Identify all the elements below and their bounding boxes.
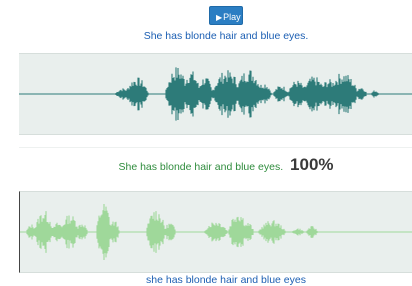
play-icon: ▶ bbox=[216, 13, 223, 22]
play-label: Play bbox=[223, 12, 241, 22]
reference-waveform-graphic bbox=[19, 67, 412, 121]
reference-waveform bbox=[19, 53, 412, 135]
divider bbox=[19, 147, 412, 148]
result-line: She has blonde hair and blue eyes. 100% bbox=[0, 155, 412, 175]
recognized-transcript: she has blonde hair and blue eyes bbox=[146, 274, 306, 286]
result-sentence: She has blonde hair and blue eyes. bbox=[118, 161, 284, 173]
score-percentage: 100% bbox=[290, 155, 334, 174]
recording-waveform-graphic bbox=[20, 203, 412, 261]
recording-waveform bbox=[19, 191, 412, 273]
reference-sentence: She has blonde hair and blue eyes. bbox=[143, 30, 309, 42]
play-button[interactable]: ▶Play bbox=[209, 6, 243, 25]
